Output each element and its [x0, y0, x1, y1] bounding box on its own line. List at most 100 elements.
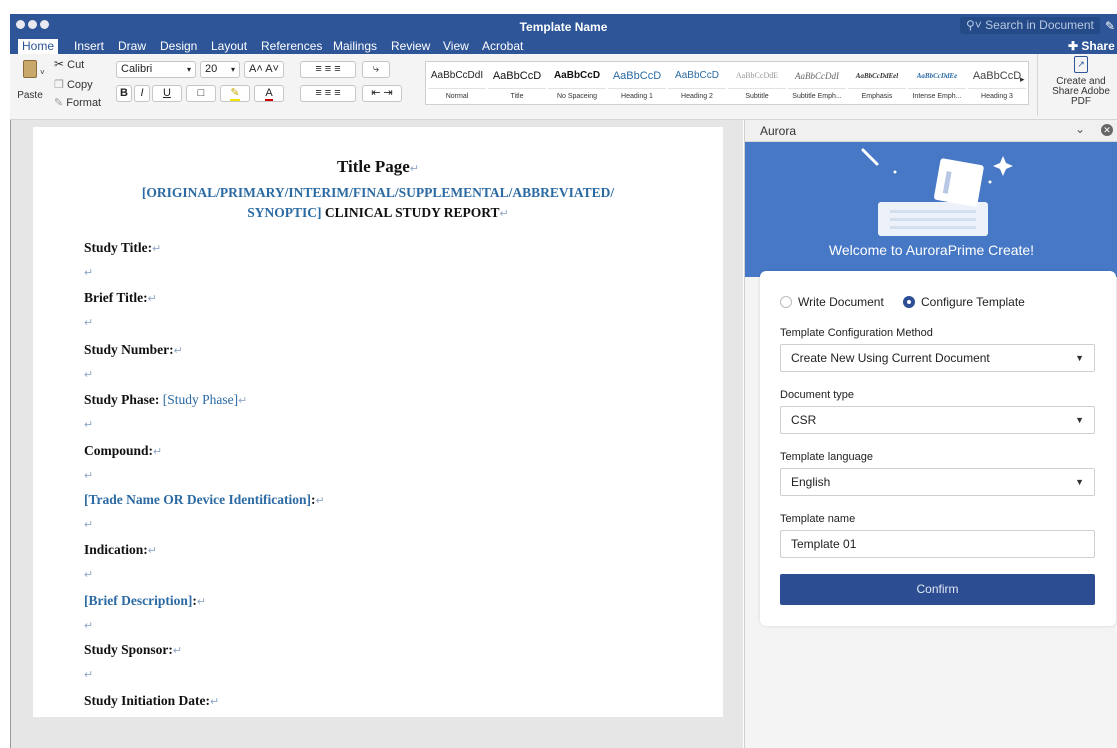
config-method-label: Template Configuration Method — [780, 327, 933, 339]
empty-paragraph: ↵ — [84, 419, 94, 431]
empty-paragraph: ↵ — [84, 669, 94, 681]
tab-home[interactable]: Home — [18, 39, 59, 54]
tab-design[interactable]: Design — [160, 39, 197, 54]
list-icon: ≡ ≡ ≡ — [315, 63, 341, 75]
borders-icon: □ — [197, 87, 205, 99]
study-initiation-date-field: Study Initiation Date:↵ — [84, 693, 220, 708]
close-panel-icon[interactable]: ✕ — [1101, 124, 1113, 136]
document-canvas[interactable]: Title Page↵ [ORIGINAL/PRIMARY/INTERIM/FI… — [10, 120, 743, 748]
highlight-color-button[interactable]: ✎ — [220, 85, 250, 102]
style-heading-1[interactable]: AaBbCcD Heading 1 — [608, 62, 666, 104]
welcome-heading: Welcome to AuroraPrime Create! — [828, 242, 1035, 258]
style-subtitle[interactable]: AaBbCcDdE Subtitle — [728, 62, 786, 104]
style-title[interactable]: AaBbCcD Title — [488, 62, 546, 104]
configure-template-radio[interactable]: Configure Template — [903, 295, 1025, 309]
study-number-field: Study Number:↵ — [84, 342, 183, 357]
account-icon[interactable]: ✎ — [1105, 19, 1115, 33]
ribbon-divider — [1037, 54, 1038, 116]
font-color-button[interactable]: A — [254, 85, 284, 102]
tab-acrobat[interactable]: Acrobat — [482, 39, 523, 54]
config-method-select[interactable]: Create New Using Current Document ▼ — [780, 344, 1095, 372]
borders-button[interactable]: □ — [186, 85, 216, 102]
clipboard-icon — [23, 60, 37, 78]
tab-insert[interactable]: Insert — [74, 39, 104, 54]
pdf-share-icon: ↗ — [1074, 56, 1088, 73]
create-share-pdf-button[interactable]: ↗ Create and Share Adobe PDF — [1050, 56, 1112, 116]
panel-title: Aurora — [760, 124, 797, 138]
style-no-spacing[interactable]: AaBbCcD No Spaceing — [548, 62, 606, 104]
alignment-buttons[interactable]: ≡ ≡ ≡ — [300, 85, 356, 102]
configure-template-card: Write Document Configure Template Templa… — [760, 271, 1116, 626]
chevron-down-icon: ▾ — [186, 65, 191, 74]
study-title-field: Study Title:↵ — [84, 240, 162, 255]
font-size-dropdown[interactable]: 20 ▾ — [200, 61, 240, 78]
style-intense-emphasis[interactable]: AaBbCcDdEe Intense Emph... — [908, 62, 966, 104]
bold-button[interactable]: B — [116, 85, 132, 102]
style-subtitle-emphasis[interactable]: AaBbCcDdI Subtitle Emph... — [788, 62, 846, 104]
style-normal[interactable]: AaBbCcDdI Normal — [428, 62, 486, 104]
document-page[interactable]: Title Page↵ [ORIGINAL/PRIMARY/INTERIM/FI… — [33, 127, 723, 717]
tab-references[interactable]: References — [261, 39, 322, 54]
paste-button[interactable]: Paste — [16, 58, 44, 108]
tab-draw[interactable]: Draw — [118, 39, 146, 54]
confirm-button[interactable]: Confirm — [780, 574, 1095, 605]
aurora-side-panel: Aurora ⌄ ✕ Welcome to AuroraPrime Create… — [744, 120, 1117, 748]
collapse-panel-chevron-icon[interactable]: ⌄ — [1075, 122, 1085, 136]
report-type-line-2: SYNOPTIC] CLINICAL STUDY REPORT↵ — [247, 205, 509, 220]
template-name-input[interactable]: Template 01 — [780, 530, 1095, 558]
page-title: Title Page↵ — [336, 157, 420, 176]
empty-paragraph: ↵ — [84, 569, 94, 581]
list-buttons[interactable]: ≡ ≡ ≡ — [300, 61, 356, 78]
format-painter-button[interactable]: ✎ Format — [54, 96, 101, 109]
tab-mailings[interactable]: Mailings — [333, 39, 377, 54]
cut-button[interactable]: ✂ Cut — [54, 57, 84, 71]
tab-view[interactable]: View — [443, 39, 469, 54]
template-language-label: Template language — [780, 451, 873, 463]
write-document-radio[interactable]: Write Document — [780, 295, 884, 309]
search-icon: ⚲˅ — [966, 18, 982, 32]
dropdown-caret-icon: ▼ — [1075, 353, 1084, 363]
style-emphasis[interactable]: AaBbCcDdEel Emphasis — [848, 62, 906, 104]
style-heading-2[interactable]: AaBbCcD Heading 2 — [668, 62, 726, 104]
indent-buttons[interactable]: ⇤ ⇥ — [362, 85, 402, 102]
empty-paragraph: ↵ — [84, 470, 94, 482]
search-document-input[interactable]: ⚲˅ Search in Document — [960, 17, 1100, 34]
add-person-icon: ✚ — [1068, 39, 1079, 53]
empty-paragraph: ↵ — [84, 620, 94, 632]
trade-name-field: [Trade Name OR Device Identification]:↵ — [84, 492, 325, 507]
indent-icon: ⇤ ⇥ — [371, 87, 393, 99]
tab-review[interactable]: Review — [391, 39, 430, 54]
empty-paragraph: ↵ — [84, 519, 94, 531]
window-title: Template Name — [519, 20, 608, 34]
radio-unchecked-icon — [780, 296, 792, 308]
dropdown-caret-icon: ▼ — [1075, 415, 1084, 425]
document-type-select[interactable]: CSR ▼ — [780, 406, 1095, 434]
indication-field: Indication:↵ — [84, 542, 157, 557]
empty-paragraph: ↵ — [84, 267, 94, 279]
sort-icon: ⤷ — [372, 63, 380, 75]
brief-title-field: Brief Title:↵ — [84, 290, 157, 305]
copy-button[interactable]: ❐ Copy — [54, 78, 93, 91]
grow-font-button[interactable]: A˄ — [249, 63, 263, 75]
sort-button[interactable]: ⤷ — [362, 61, 390, 78]
styles-more-arrow-icon[interactable]: ▸ — [1020, 74, 1025, 85]
radio-checked-icon — [903, 296, 915, 308]
style-heading-3[interactable]: AaBbCcD Heading 3 — [968, 62, 1026, 104]
brief-description-field: [Brief Description]:↵ — [84, 593, 207, 608]
font-color-icon: A — [265, 87, 273, 101]
document-type-label: Document type — [780, 389, 854, 401]
highlighter-icon: ✎ — [230, 87, 240, 101]
template-name-label: Template name — [780, 513, 856, 525]
underline-button[interactable]: U — [152, 85, 182, 102]
chevron-down-icon: ▾ — [230, 65, 235, 74]
shrink-font-button[interactable]: A˅ — [265, 63, 279, 75]
format-painter-icon: ✎ — [54, 97, 64, 109]
italic-button[interactable]: I — [134, 85, 150, 102]
paste-options-chevron-icon[interactable]: ˅ — [40, 68, 45, 77]
font-name-dropdown[interactable]: Calibri ▾ — [116, 61, 196, 78]
report-type-line-1: [ORIGINAL/PRIMARY/INTERIM/FINAL/SUPPLEME… — [141, 185, 615, 200]
template-language-select[interactable]: English ▼ — [780, 468, 1095, 496]
tab-layout[interactable]: Layout — [211, 39, 247, 54]
styles-gallery: AaBbCcDdI Normal AaBbCcD Title AaBbCcD N… — [425, 61, 1029, 105]
scissors-icon: ✂ — [54, 57, 65, 71]
